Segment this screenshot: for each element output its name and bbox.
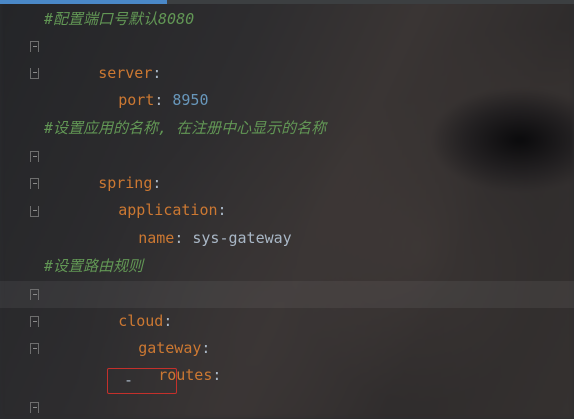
fold-toggle-icon[interactable] xyxy=(30,402,39,413)
colon: : xyxy=(174,229,184,247)
name-value: sys-gateway xyxy=(192,229,292,247)
code-line-11[interactable]: cloud: xyxy=(0,281,574,330)
code-line-3[interactable]: port: 8950 xyxy=(0,60,574,109)
fold-toggle-icon[interactable] xyxy=(30,289,39,300)
comment-port: #配置端口号默认8080 xyxy=(44,10,195,28)
highlight-box xyxy=(107,368,177,394)
colon: : xyxy=(154,91,164,109)
comment-name: #设置应用的名称, 在注册中心显示的名称 xyxy=(44,119,327,137)
comment-routes: #设置路由规则 xyxy=(44,257,144,275)
port-key: port xyxy=(118,91,155,109)
fold-toggle-icon[interactable] xyxy=(30,343,39,354)
fold-toggle-icon[interactable] xyxy=(30,41,39,52)
code-line-10[interactable]: #设置路由规则 xyxy=(0,253,574,280)
port-value: 8950 xyxy=(172,91,209,109)
code-line-12[interactable]: gateway: xyxy=(0,308,574,357)
fold-toggle-icon[interactable] xyxy=(30,151,39,162)
active-tab-indicator xyxy=(0,0,167,4)
fold-toggle-icon[interactable] xyxy=(30,316,39,327)
code-line-7[interactable]: application: xyxy=(0,170,574,219)
name-key: name xyxy=(138,229,175,247)
code-line-13[interactable]: routes: xyxy=(0,335,574,384)
fold-toggle-icon[interactable] xyxy=(30,178,39,189)
code-line-2[interactable]: server: xyxy=(0,33,574,82)
fold-end-icon[interactable] xyxy=(30,206,39,217)
code-line-5[interactable]: #设置应用的名称, 在注册中心显示的名称 xyxy=(0,115,574,142)
code-line-14[interactable]: - xyxy=(0,367,574,394)
code-line-1[interactable]: #配置端口号默认8080 xyxy=(0,6,574,33)
code-line-8[interactable]: name: sys-gateway xyxy=(0,198,574,247)
code-line-15[interactable] xyxy=(0,394,574,419)
code-line-6[interactable]: spring: xyxy=(0,143,574,192)
fold-end-icon[interactable] xyxy=(30,68,39,79)
